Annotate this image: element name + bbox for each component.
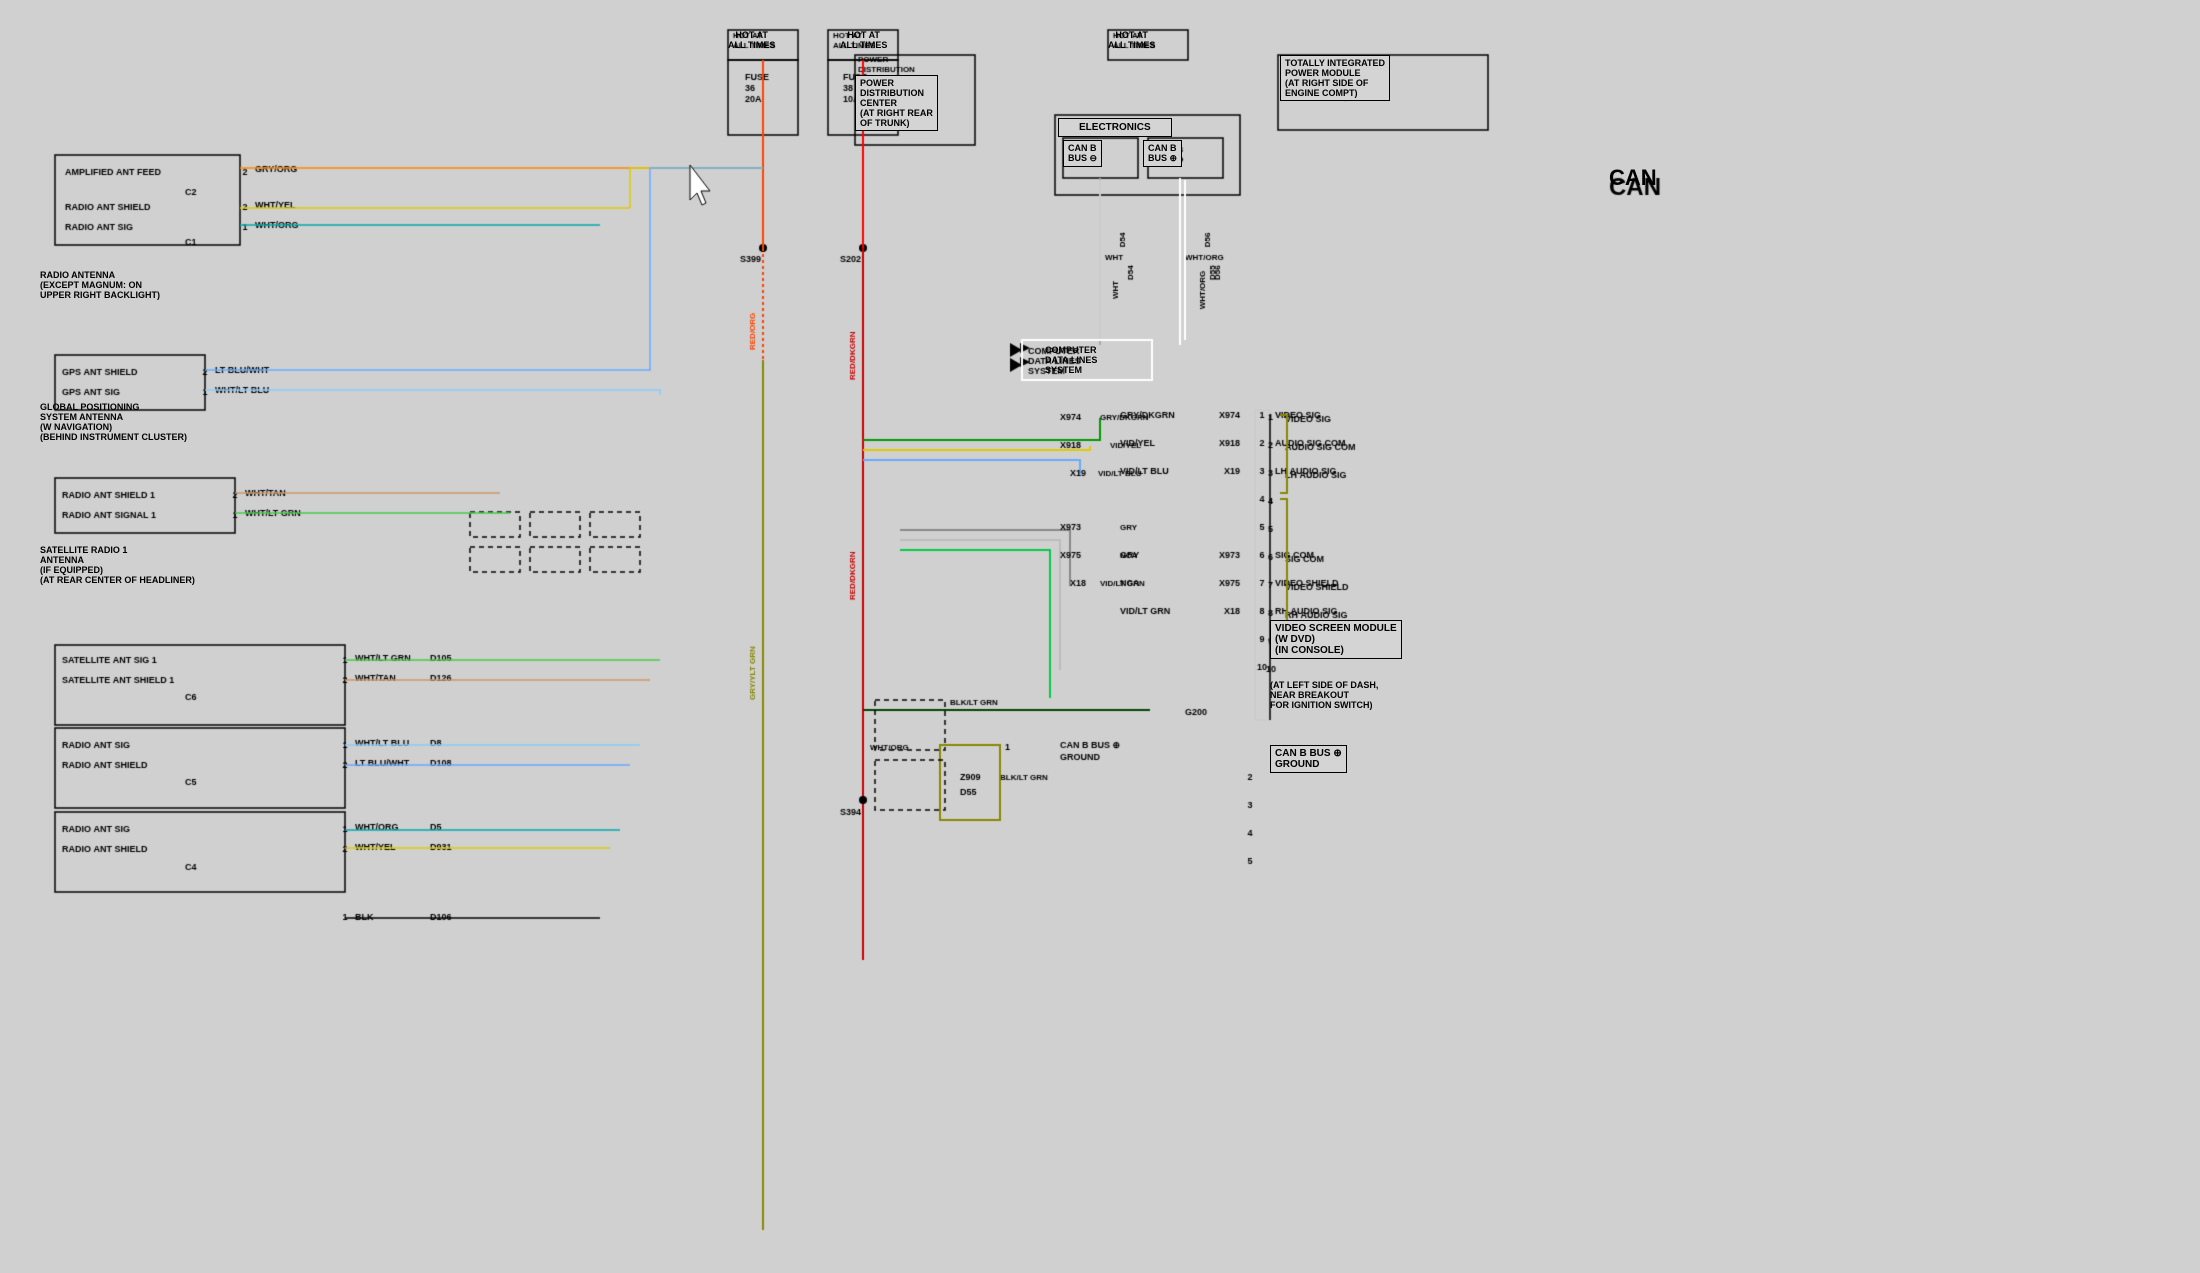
video-screen-module-label: VIDEO SCREEN MODULE(W DVD)(IN CONSOLE) (1270, 620, 1402, 659)
hot-at-all-times-2: HOT ATALL TIMES (840, 30, 887, 50)
can-label: CAN (1609, 165, 1657, 191)
wiring-diagram: RADIO ANTENNA(EXCEPT MAGNUM: ONUPPER RIG… (0, 0, 2200, 1273)
hot-at-all-times-3: HOT ATALL TIMES (1108, 30, 1155, 50)
hot-at-all-times-1: HOT ATALL TIMES (728, 30, 775, 50)
radio-antenna-label: RADIO ANTENNA(EXCEPT MAGNUM: ONUPPER RIG… (40, 270, 160, 300)
can-b-bus-plus-label: CAN BBUS ⊕ (1143, 140, 1182, 167)
can-b-bus-minus-label: CAN BBUS ⊖ (1063, 140, 1102, 167)
tipm-label: TOTALLY INTEGRATEDPOWER MODULE(AT RIGHT … (1280, 55, 1390, 101)
power-dist-center-label: POWERDISTRIBUTIONCENTER(AT RIGHT REAROF … (855, 75, 938, 131)
gps-antenna-label: GLOBAL POSITIONINGSYSTEM ANTENNA(W NAVIG… (40, 402, 187, 442)
video-screen-location-label: (AT LEFT SIDE OF DASH,NEAR BREAKOUTFOR I… (1270, 680, 1378, 710)
computer-data-lines-label: COMPUTERDATA LINESSYSTEM (1045, 345, 1097, 375)
electronics-label: ELECTRONICS (1058, 118, 1172, 137)
can-b-bus-ground-label: CAN B BUS ⊕GROUND (1270, 745, 1347, 773)
satellite-radio1-label: SATELLITE RADIO 1ANTENNA(IF EQUIPPED)(AT… (40, 545, 195, 585)
diagram-canvas (0, 0, 2200, 1273)
